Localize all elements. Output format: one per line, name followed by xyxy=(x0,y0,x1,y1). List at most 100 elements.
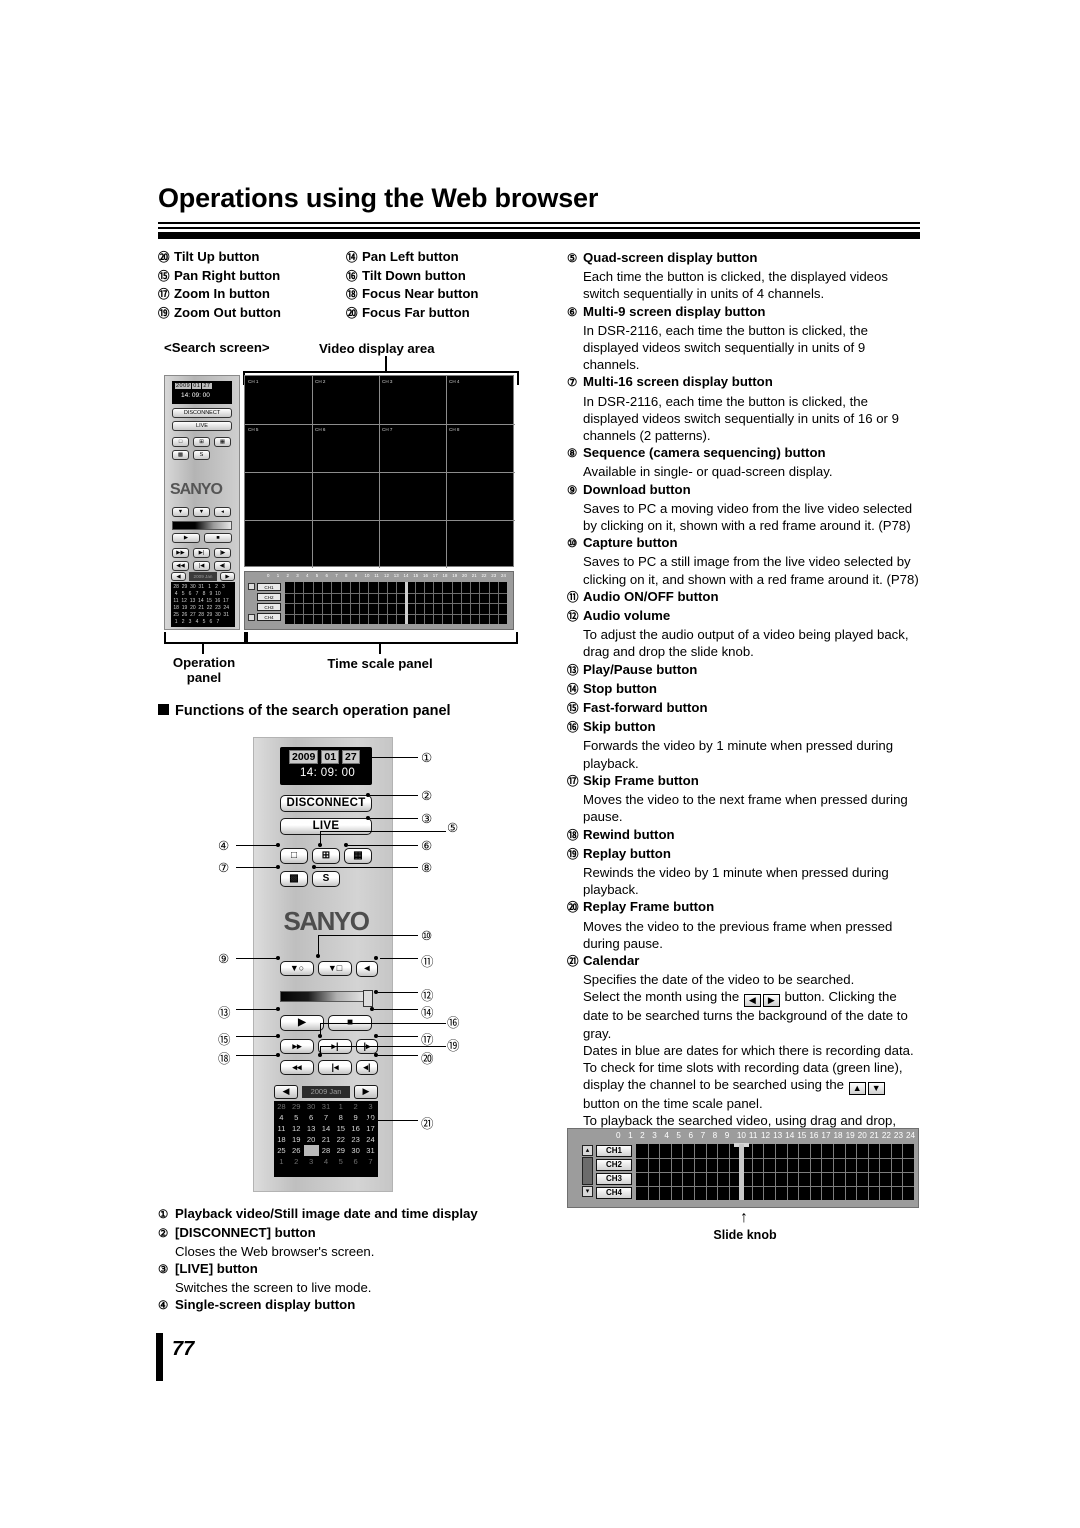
mini-ch-button[interactable]: CH4 xyxy=(257,613,281,621)
volume-slider-knob[interactable] xyxy=(363,990,373,1007)
calendar-day-cell[interactable]: 5 xyxy=(333,1156,348,1167)
mini-multi16-screen-button[interactable]: ▩ xyxy=(172,450,189,460)
timescale-grid[interactable] xyxy=(636,1144,914,1200)
multi16-screen-display-button[interactable]: ▩ xyxy=(280,871,308,887)
calendar-day-cell[interactable]: 28 xyxy=(319,1145,334,1156)
mini-stop-button[interactable]: ■ xyxy=(204,533,232,543)
calendar-day-cell[interactable]: 17 xyxy=(363,1123,378,1134)
calendar-day-cell[interactable]: 1 xyxy=(274,1156,289,1167)
mini-ch-down-button[interactable] xyxy=(248,614,255,621)
calendar-day-cell[interactable]: 3 xyxy=(304,1156,319,1167)
replay-button[interactable]: |◂ xyxy=(318,1060,352,1075)
channel-down-button[interactable]: ▾ xyxy=(582,1186,593,1197)
calendar-day-cell[interactable]: 19 xyxy=(289,1134,304,1145)
quad-screen-display-button[interactable]: ⊞ xyxy=(312,848,340,864)
calendar-day-cell[interactable]: 22 xyxy=(333,1134,348,1145)
mini-volume-slider[interactable] xyxy=(172,521,232,530)
mini-timescale-grid[interactable] xyxy=(285,582,507,624)
calendar-day-cell[interactable]: 23 xyxy=(348,1134,363,1145)
calendar-day-cell[interactable]: 27 xyxy=(303,1145,319,1156)
calendar-day-cell[interactable]: 28 xyxy=(274,1101,289,1112)
calendar-day-cell[interactable]: 30 xyxy=(348,1145,363,1156)
calendar-day-cell[interactable]: 25 xyxy=(274,1145,289,1156)
calendar-day-cell[interactable]: 8 xyxy=(333,1112,348,1123)
calendar-table[interactable]: 2829303112345678910111213141516171819202… xyxy=(274,1101,378,1167)
play-pause-button[interactable]: ▶ xyxy=(280,1015,324,1031)
mini-ch-button[interactable]: CH3 xyxy=(257,603,281,611)
calendar-day-cell[interactable]: 21 xyxy=(319,1134,334,1145)
calendar-day-cell[interactable]: 20 xyxy=(304,1134,319,1145)
calendar-prev-button[interactable]: ◀ xyxy=(274,1085,298,1099)
calendar-day-cell[interactable]: 9 xyxy=(348,1112,363,1123)
calendar-grid[interactable]: 2829303112345678910111213141516171819202… xyxy=(274,1101,378,1177)
mini-quad-screen-button[interactable]: ⊞ xyxy=(193,437,210,447)
channel-button[interactable]: CH4 xyxy=(596,1187,632,1199)
mini-replay-frame-button[interactable]: ◀| xyxy=(214,561,231,571)
mini-replay-button[interactable]: |◀ xyxy=(193,561,210,571)
replay-frame-button[interactable]: ◂| xyxy=(356,1060,378,1075)
calendar-day-cell[interactable]: 30 xyxy=(304,1101,319,1112)
calendar-day-cell[interactable]: 3 xyxy=(363,1101,378,1112)
mini-skip-button[interactable]: ▶| xyxy=(193,548,210,558)
audio-volume-slider[interactable] xyxy=(280,990,373,1007)
calendar-day-cell[interactable]: 31 xyxy=(319,1101,334,1112)
mini-live-button[interactable]: LIVE xyxy=(172,421,232,431)
channel-button[interactable]: CH1 xyxy=(596,1145,632,1157)
mini-rewind-button[interactable]: ◀◀ xyxy=(172,561,189,571)
calendar-day-cell[interactable]: 6 xyxy=(348,1156,363,1167)
capture-button[interactable]: ▼□ xyxy=(318,961,352,976)
mini-download-button[interactable]: ▼ xyxy=(172,507,189,517)
multi9-screen-display-button[interactable]: ▦ xyxy=(344,848,372,864)
mini-skip-frame-button[interactable]: |▶ xyxy=(214,548,231,558)
mini-capture-button[interactable]: ▼ xyxy=(193,507,210,517)
calendar-day-cell[interactable]: 12 xyxy=(289,1123,304,1134)
calendar-day-cell[interactable]: 4 xyxy=(274,1112,289,1123)
channel-button[interactable]: CH3 xyxy=(596,1173,632,1185)
calendar-day-cell[interactable]: 5 xyxy=(289,1112,304,1123)
mini-ch-button[interactable]: CH1 xyxy=(257,583,281,591)
sequence-button[interactable]: S xyxy=(312,871,340,887)
calendar-day-cell[interactable]: 7 xyxy=(363,1156,378,1167)
calendar-day-cell[interactable]: 4 xyxy=(319,1156,334,1167)
mini-slide-knob[interactable] xyxy=(405,582,408,624)
channel-scrollbar[interactable] xyxy=(582,1157,593,1185)
download-button[interactable]: ▼○ xyxy=(280,961,314,976)
channel-up-button[interactable]: ▴ xyxy=(582,1145,593,1156)
calendar-day-cell[interactable]: 7 xyxy=(319,1112,334,1123)
calendar-day-cell[interactable]: 13 xyxy=(304,1123,319,1134)
calendar-day-cell[interactable]: 29 xyxy=(333,1145,348,1156)
mini-single-screen-button[interactable]: □ xyxy=(172,437,189,447)
mini-ch-up-button[interactable] xyxy=(248,583,255,590)
calendar-day-cell[interactable]: 14 xyxy=(319,1123,334,1134)
mini-audio-button[interactable]: ◂ xyxy=(214,507,231,517)
mini-play-button[interactable]: ▶ xyxy=(172,533,200,543)
mini-sequence-button[interactable]: S xyxy=(193,450,210,460)
calendar-day-cell[interactable]: 16 xyxy=(348,1123,363,1134)
single-screen-display-button[interactable]: □ xyxy=(280,848,308,864)
disconnect-button[interactable]: DISCONNECT xyxy=(280,795,372,812)
mini-disconnect-button[interactable]: DISCONNECT xyxy=(172,408,232,418)
mini-fast-forward-button[interactable]: ▶▶ xyxy=(172,548,189,558)
rewind-button[interactable]: ◂◂ xyxy=(280,1060,314,1075)
calendar-day-cell[interactable]: 2 xyxy=(348,1101,363,1112)
calendar-day-cell[interactable]: 11 xyxy=(274,1123,289,1134)
audio-onoff-button[interactable]: ◂ xyxy=(356,961,378,977)
calendar-day-cell[interactable]: 18 xyxy=(274,1134,289,1145)
mini-ch-button[interactable]: CH2 xyxy=(257,593,281,601)
channel-button[interactable]: CH2 xyxy=(596,1159,632,1171)
mini-multi9-screen-button[interactable]: ▦ xyxy=(214,437,231,447)
calendar-day-cell[interactable]: 29 xyxy=(289,1101,304,1112)
mini-calendar-grid[interactable]: 28 29 30 31 1 2 3 4 5 6 7 8 9 10 11 12 1… xyxy=(171,582,235,627)
calendar-next-button[interactable]: ▶ xyxy=(354,1085,378,1099)
calendar-day-cell[interactable]: 24 xyxy=(363,1134,378,1145)
calendar-day-cell[interactable]: 15 xyxy=(333,1123,348,1134)
calendar-day-cell[interactable]: 2 xyxy=(289,1156,304,1167)
calendar-day-cell[interactable]: 31 xyxy=(363,1145,378,1156)
calendar-day-cell[interactable]: 6 xyxy=(304,1112,319,1123)
fast-forward-button[interactable]: ▸▸ xyxy=(280,1039,314,1054)
mini-calendar-prev-button[interactable]: ◀ xyxy=(171,572,186,581)
slide-knob[interactable] xyxy=(739,1144,744,1200)
calendar-day-cell[interactable]: 1 xyxy=(333,1101,348,1112)
mini-calendar-next-button[interactable]: ▶ xyxy=(220,572,235,581)
calendar-day-cell[interactable]: 26 xyxy=(289,1145,304,1156)
